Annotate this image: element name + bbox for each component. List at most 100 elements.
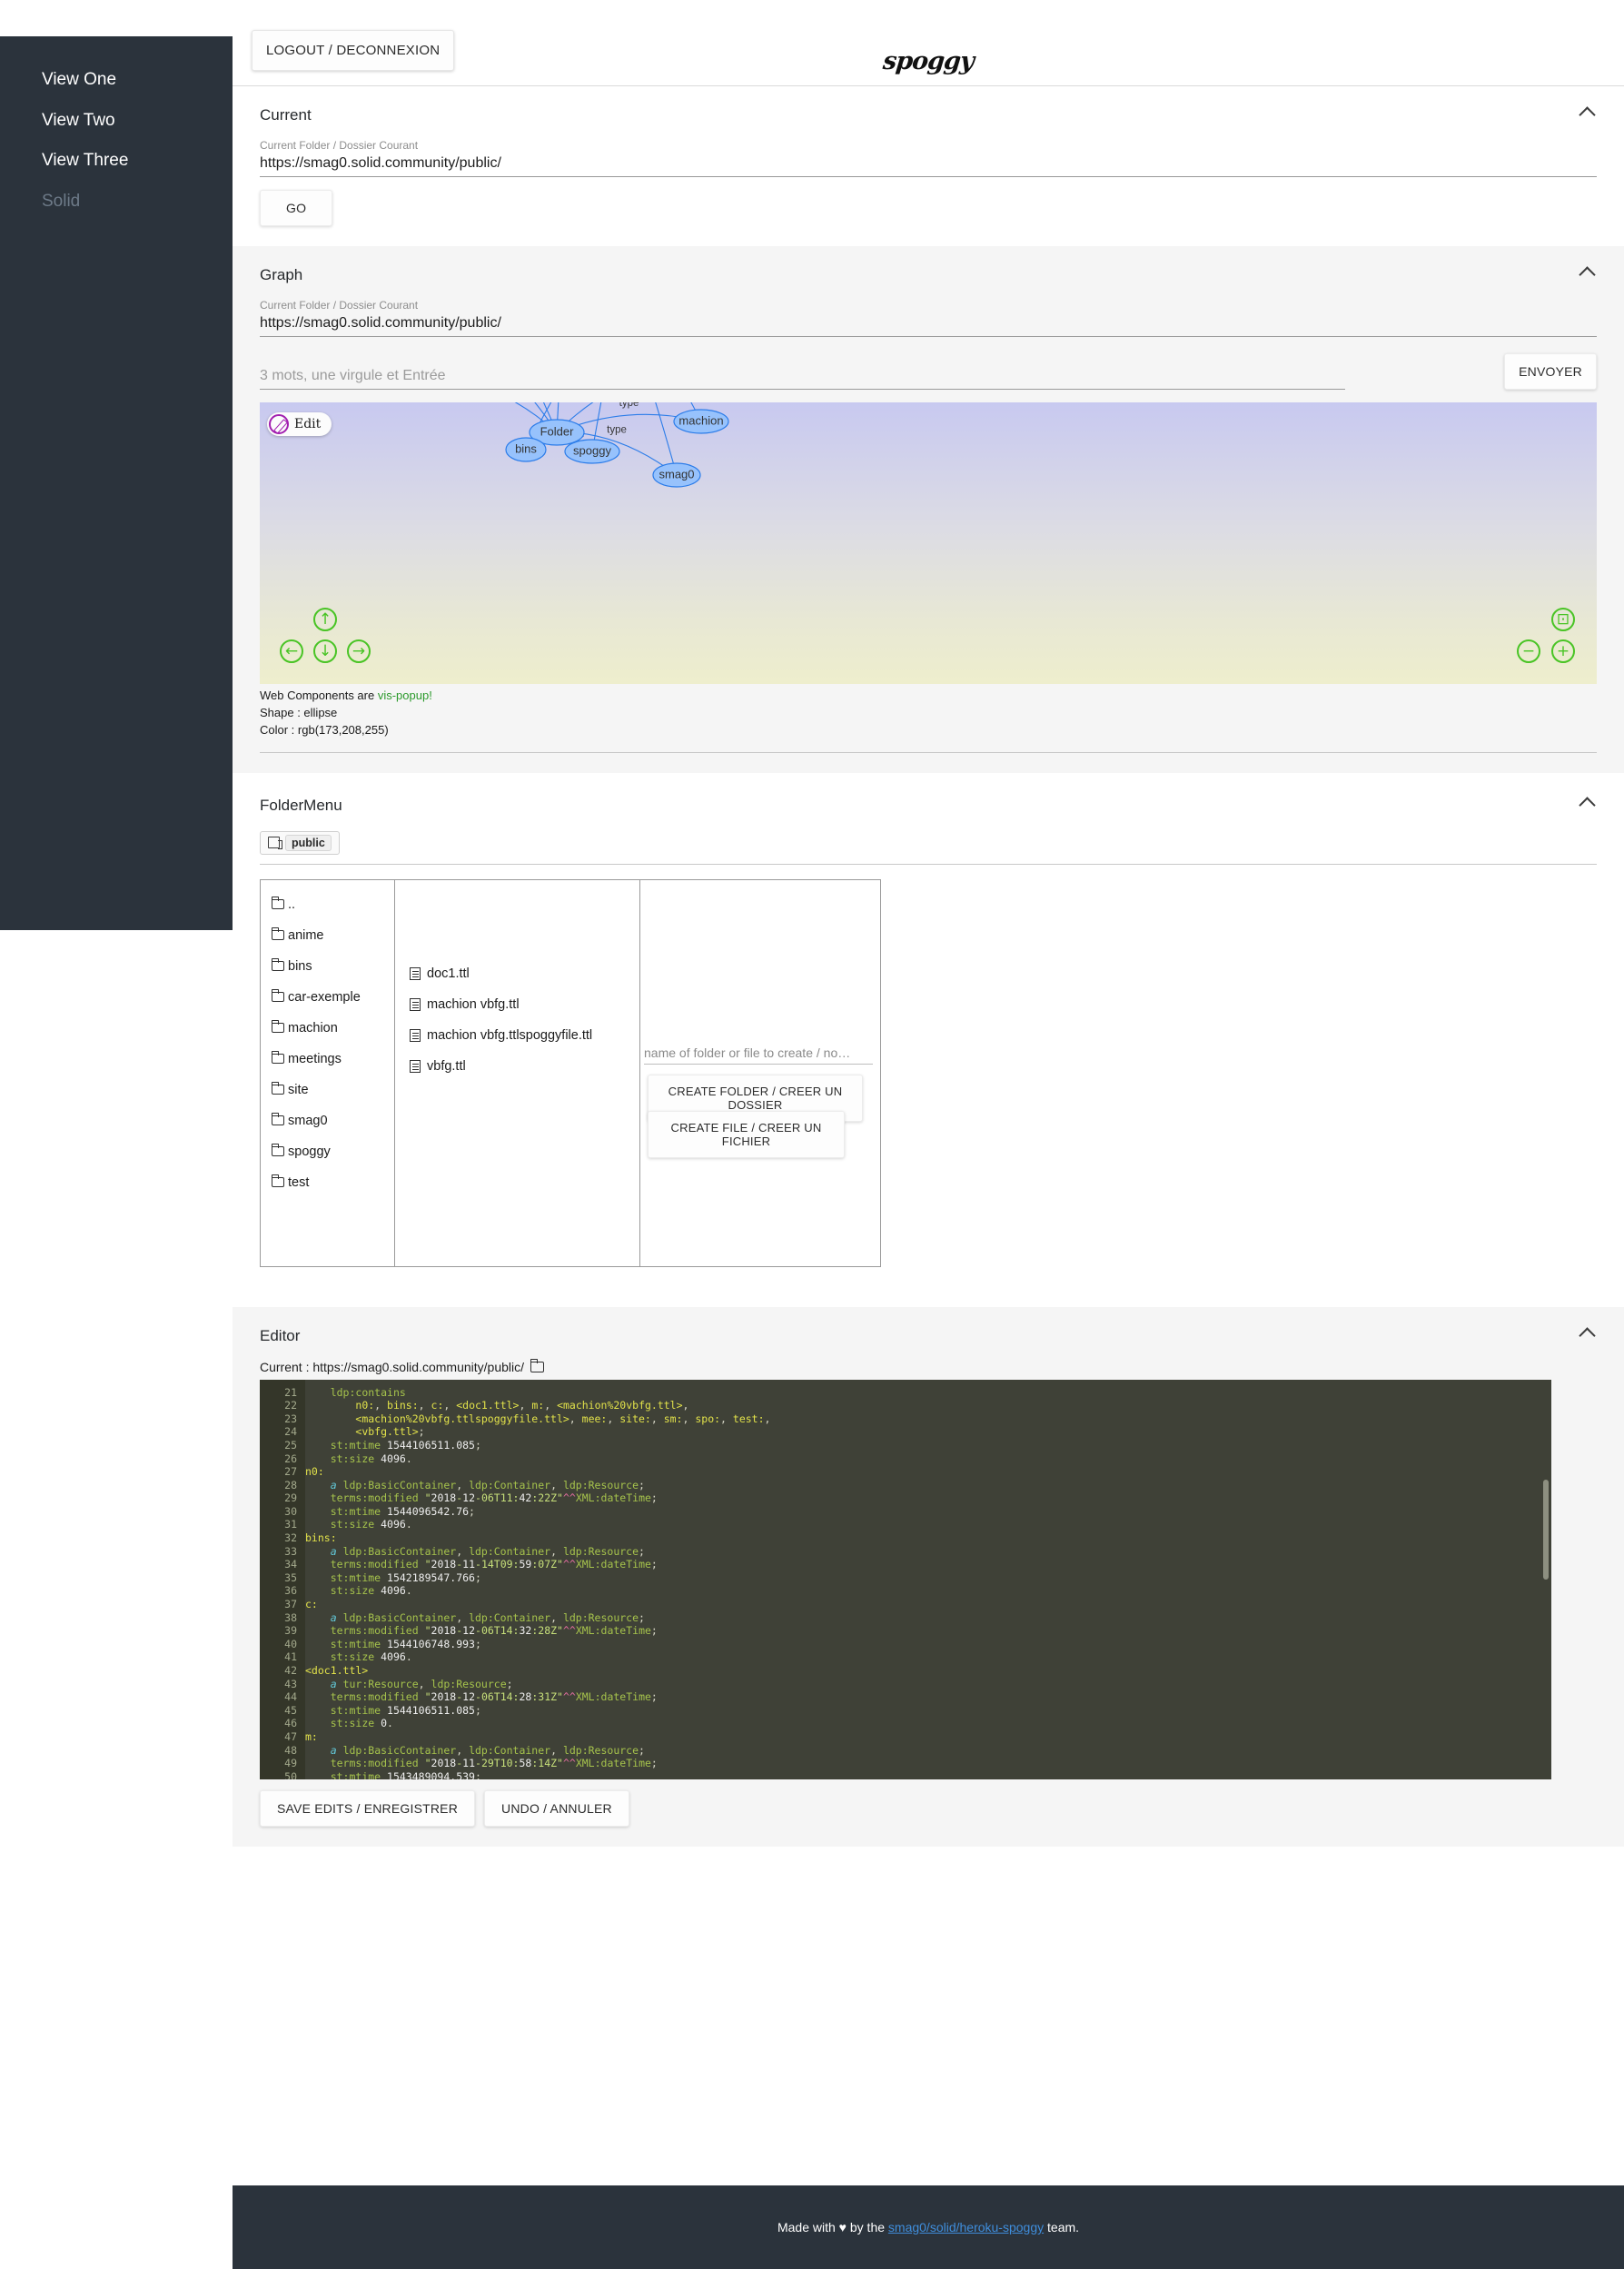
editor-title: Editor (260, 1326, 301, 1344)
create-name-input[interactable] (644, 1041, 873, 1065)
file-list-column: doc1.ttl machion vbfg.ttl machion vbfg.ttl… (395, 879, 640, 1266)
graph-node[interactable]: machion (673, 409, 729, 434)
folder-list-item-label: machion (288, 1020, 338, 1035)
graph-edit-label: Edit (294, 417, 322, 431)
chevron-up-icon-foldermenu[interactable] (1581, 797, 1593, 808)
pan-down-button[interactable]: ↓ (313, 639, 337, 663)
file-list-item[interactable]: machion vbfg.ttlspoggyfile.ttl (395, 1020, 639, 1051)
pan-right-button[interactable]: → (347, 639, 371, 663)
graph-edit-button[interactable]: Edit (267, 412, 332, 436)
undo-button[interactable]: UNDO / ANNULER (484, 1789, 629, 1827)
graph-visualization[interactable]: folderfolderfolderfolderfolderfolderfold… (260, 402, 1597, 684)
folder-list-item[interactable]: site (261, 1075, 394, 1105)
folder-list-item[interactable]: machion (261, 1013, 394, 1044)
graph-node[interactable]: spoggy (564, 439, 620, 464)
breadcrumb-label: public (285, 834, 332, 851)
folder-list-item-label: site (288, 1082, 309, 1097)
zoom-fit-button[interactable]: ⊡ (1551, 608, 1575, 631)
graph-node-label: machion (678, 413, 723, 427)
folder-list-item-label: meetings (288, 1051, 342, 1066)
chevron-up-icon-editor[interactable] (1581, 1327, 1593, 1339)
graph-legend-shape: Shape : ellipse (260, 705, 338, 719)
file-list-item[interactable]: machion vbfg.ttl (395, 989, 639, 1020)
pan-left-button[interactable]: ← (280, 639, 303, 663)
pan-up-button[interactable]: ↑ (313, 608, 337, 631)
folder-list-item[interactable]: test (261, 1167, 394, 1198)
current-panel-title: Current (260, 106, 312, 124)
create-file-button[interactable]: CREATE FILE / CREER UN FICHIER (648, 1110, 845, 1158)
create-column: CREATE FOLDER / CREER UN DOSSIER CREATE … (640, 880, 880, 1266)
graph-panel: Graph Current Folder / Dossier Courant E… (233, 246, 1624, 773)
graph-pan-controls: ↑ ← ↓ → (280, 608, 371, 673)
code-editor[interactable]: 21 ldp:contains 22 n0:, bins:, c:, <doc1.… (260, 1379, 1551, 1779)
folder-menu-divider (260, 863, 1597, 865)
breadcrumb-public-chip[interactable]: public (260, 830, 340, 855)
sidebar-item-view-three[interactable]: View Three (0, 141, 233, 182)
graph-node-label: spoggy (573, 443, 611, 457)
folder-icon (272, 1051, 284, 1065)
file-list-item-label: machion vbfg.ttlspoggyfile.ttl (427, 1027, 593, 1043)
graph-panel-title: Graph (260, 266, 303, 283)
sidebar-item-solid[interactable]: Solid (0, 182, 233, 223)
folder-list-item-label: spoggy (288, 1144, 331, 1159)
file-icon (410, 1059, 421, 1073)
graph-folder-input[interactable] (260, 313, 1597, 337)
graph-edge-label: type (607, 425, 627, 436)
code-content[interactable]: 21 ldp:contains 22 n0:, bins:, c:, <doc1.… (260, 1380, 1551, 1779)
pencil-icon (269, 414, 289, 434)
folder-icon (272, 927, 284, 941)
graph-node-label: smag0 (659, 467, 694, 481)
graph-node-label: bins (515, 441, 537, 455)
chevron-up-icon-current[interactable] (1581, 106, 1593, 118)
editor-panel: Editor Current : https://smag0.solid.com… (233, 1306, 1624, 1847)
graph-search-input[interactable] (260, 366, 1345, 390)
folder-icon (272, 1174, 284, 1188)
graph-divider (260, 751, 1597, 753)
app-header: LOGOUT / DECONNEXION spoggy (233, 30, 1624, 86)
folder-icon (530, 1358, 545, 1372)
sidebar-item-view-one[interactable]: View One (0, 60, 233, 101)
graph-svg: folderfolderfolderfolderfolderfolderfold… (505, 402, 729, 488)
folder-list-item[interactable]: .. (261, 889, 394, 920)
graph-search-row: ENVOYER (260, 353, 1597, 390)
folder-list-item-label: car-exemple (288, 989, 361, 1005)
go-button[interactable]: GO (260, 190, 333, 226)
file-list-item-label: doc1.ttl (427, 966, 470, 981)
breadcrumb: public (260, 830, 1597, 855)
folder-list-item[interactable]: anime (261, 920, 394, 951)
chevron-up-icon-graph[interactable] (1581, 266, 1593, 278)
file-list-item[interactable]: vbfg.ttl (395, 1051, 639, 1082)
graph-edge-label: type (619, 402, 639, 409)
footer-link[interactable]: smag0/solid/heroku-spoggy (888, 2220, 1044, 2234)
file-icon (410, 1028, 421, 1042)
sidebar-item-view-two[interactable]: View Two (0, 101, 233, 142)
graph-legend-components: Web Components are vis-popup! (260, 689, 432, 702)
folder-list-item[interactable]: car-exemple (261, 982, 394, 1013)
vis-popup-link[interactable]: vis-popup! (378, 689, 432, 702)
folder-list-item[interactable]: meetings (261, 1044, 394, 1075)
folder-list-item[interactable]: bins (261, 951, 394, 982)
current-folder-input[interactable] (260, 154, 1597, 177)
save-edits-button[interactable]: SAVE EDITS / ENREGISTRER (260, 1789, 476, 1827)
sidebar: View One View Two View Three Solid (0, 36, 233, 930)
folder-menu-header: FolderMenu (233, 773, 1624, 829)
envoyer-button[interactable]: ENVOYER (1504, 353, 1597, 390)
file-icon (410, 997, 421, 1011)
folder-menu-title: FolderMenu (260, 796, 342, 814)
graph-folder-label: Current Folder / Dossier Courant (260, 299, 419, 312)
folder-icon (272, 989, 284, 1003)
code-scrollbar[interactable] (1543, 1479, 1549, 1580)
editor-current-text: Current : https://smag0.solid.community/… (260, 1359, 525, 1374)
graph-node[interactable]: bins (505, 437, 547, 462)
graph-zoom-controls: ⊡ − + (1517, 608, 1582, 673)
editor-header: Editor (233, 1307, 1624, 1360)
zoom-in-button[interactable]: + (1551, 639, 1575, 663)
editor-actions: SAVE EDITS / ENREGISTRER UNDO / ANNULER (260, 1789, 1597, 1827)
graph-node[interactable]: smag0 (652, 462, 701, 488)
folder-icon (272, 1113, 284, 1126)
folder-list-item[interactable]: smag0 (261, 1105, 394, 1136)
zoom-out-button[interactable]: − (1517, 639, 1540, 663)
file-list-item[interactable]: doc1.ttl (395, 958, 639, 989)
file-list-spacer (395, 889, 639, 958)
folder-list-item[interactable]: spoggy (261, 1136, 394, 1167)
